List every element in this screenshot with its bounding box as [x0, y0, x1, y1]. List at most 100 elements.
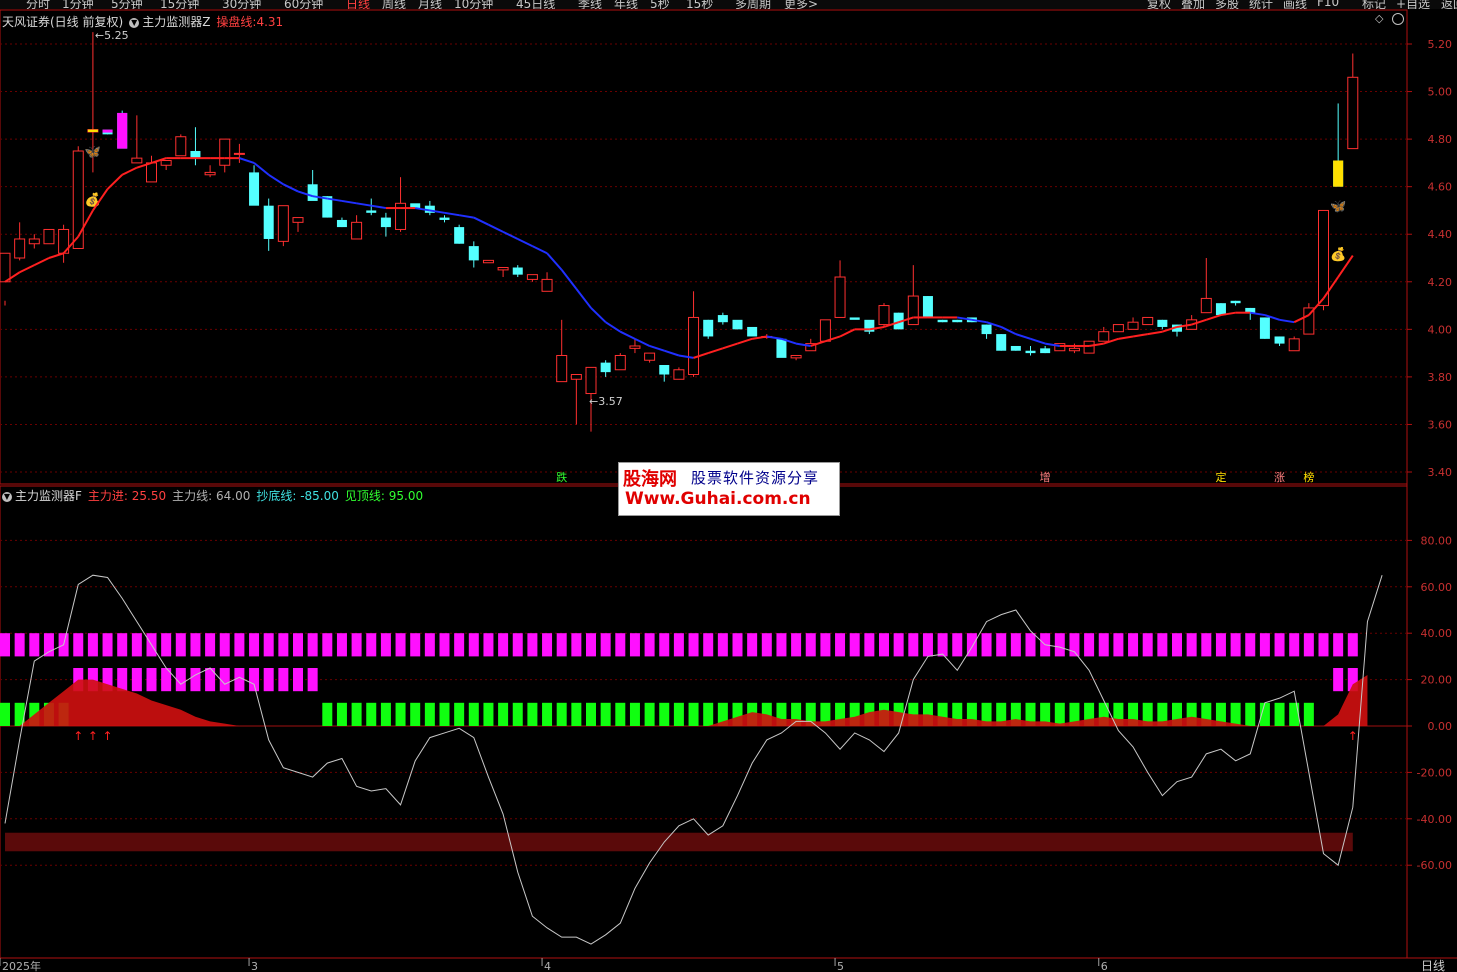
green-bar: [322, 702, 333, 726]
magenta-upper-bar: [468, 633, 479, 657]
magenta-lower-bar: [175, 668, 186, 692]
ma-segment: [575, 288, 592, 309]
magenta-upper-bar: [336, 633, 347, 657]
magenta-upper-bar: [952, 633, 963, 657]
candle-body: [204, 171, 216, 176]
magenta-upper-bar: [205, 633, 216, 657]
magenta-lower-bar: [293, 668, 303, 692]
candle-body: [952, 319, 963, 323]
magenta-lower-bar: [278, 668, 289, 692]
magenta-upper-bar: [1157, 633, 1168, 657]
bottom-band: [5, 832, 1353, 852]
candle: [482, 259, 494, 264]
magenta-upper-bar: [937, 633, 948, 657]
candle-body: [659, 365, 670, 375]
magenta-upper-bar: [410, 633, 421, 657]
magenta-upper-bar: [43, 633, 54, 657]
candle: [512, 265, 523, 278]
candle-body: [878, 305, 890, 326]
green-bar: [498, 702, 509, 726]
ma-segment: [560, 269, 578, 290]
candle-body: [307, 184, 318, 201]
candle: [336, 217, 347, 228]
magenta-upper-bar: [717, 633, 728, 657]
price-tick-label: 4.80: [1428, 133, 1453, 146]
watermark: 股海网 股票软件资源分享 Www.Guhai.com.cn: [618, 462, 840, 516]
candle-body: [219, 138, 231, 166]
magenta-upper-bar: [117, 633, 128, 657]
green-bar: [1230, 702, 1241, 726]
ma-segment: [502, 230, 519, 240]
candle: [277, 205, 289, 247]
magenta-upper-bar: [615, 633, 626, 657]
ma-segment: [488, 223, 504, 233]
price-tick-label: 4.00: [1428, 323, 1453, 336]
candle: [526, 274, 538, 282]
candle: [1347, 53, 1359, 150]
candle-body: [849, 317, 860, 320]
candle: [776, 338, 787, 358]
magenta-upper-bar: [849, 633, 860, 657]
butterfly-icon: 🦋: [85, 145, 101, 160]
green-bar: [673, 702, 684, 726]
watermark-slogan: 股票软件资源分享: [691, 469, 820, 487]
candle-body: [482, 259, 494, 264]
magenta-upper-bar: [29, 633, 40, 657]
magenta-upper-bar: [1318, 633, 1329, 657]
ma-segment: [531, 245, 548, 255]
candle: [43, 228, 55, 245]
magenta-upper-bar: [805, 633, 816, 657]
magenta-upper-bar: [879, 633, 889, 657]
magenta-upper-bar: [893, 633, 904, 657]
candle: [14, 222, 26, 261]
magenta-upper-bar: [512, 633, 523, 657]
candle-body: [497, 267, 509, 271]
green-bar: [527, 702, 538, 726]
green-bar: [615, 702, 626, 726]
signal-label: 涨: [1274, 471, 1285, 484]
candle-body: [146, 162, 157, 183]
candle-body: [263, 205, 274, 239]
magenta-lower-bar: [307, 668, 318, 692]
magenta-upper-bar: [732, 633, 743, 657]
candle: [819, 319, 831, 342]
candle-body: [160, 160, 172, 166]
ma-segment: [356, 202, 372, 207]
candle: [263, 198, 274, 251]
magenta-upper-bar: [366, 633, 377, 657]
candle: [703, 319, 714, 339]
magenta-upper-bar: [175, 633, 186, 657]
buy-arrow-icon: ↑: [1348, 729, 1358, 743]
date-tick-label: 4: [544, 960, 551, 972]
candle-body: [673, 369, 685, 380]
magenta-upper-bar: [922, 633, 933, 657]
candle: [1010, 345, 1021, 351]
magenta-upper-bar: [483, 633, 494, 657]
magenta-lower-bar: [117, 668, 128, 692]
osc-tick-label: -60.00: [1417, 859, 1452, 872]
ma-segment: [649, 345, 665, 352]
candle-body: [439, 217, 450, 220]
magenta-upper-bar: [659, 633, 670, 657]
ma-segment: [663, 349, 680, 357]
main-line: [4, 574, 1383, 945]
magenta-upper-bar: [1274, 633, 1285, 657]
magenta-upper-bar: [1201, 633, 1212, 657]
candle-body: [570, 374, 582, 380]
green-bar: [1054, 702, 1065, 726]
green-bar: [703, 702, 714, 726]
ma-segment: [239, 157, 255, 164]
ma-segment: [33, 257, 50, 267]
candle: [1274, 336, 1285, 346]
candle-body: [72, 150, 84, 249]
magenta-upper-bar: [981, 633, 992, 657]
buy-arrow-icon: ↑: [103, 729, 113, 743]
price-tick-label: 4.60: [1428, 181, 1453, 194]
watermark-brand: 股海网: [623, 469, 677, 490]
ma-segment: [1279, 318, 1295, 324]
ma-segment: [1250, 311, 1266, 317]
price-tick-label: 4.40: [1428, 228, 1453, 241]
magenta-upper-bar: [791, 633, 802, 657]
candle-body: [468, 246, 479, 261]
ma-segment: [1147, 330, 1163, 336]
